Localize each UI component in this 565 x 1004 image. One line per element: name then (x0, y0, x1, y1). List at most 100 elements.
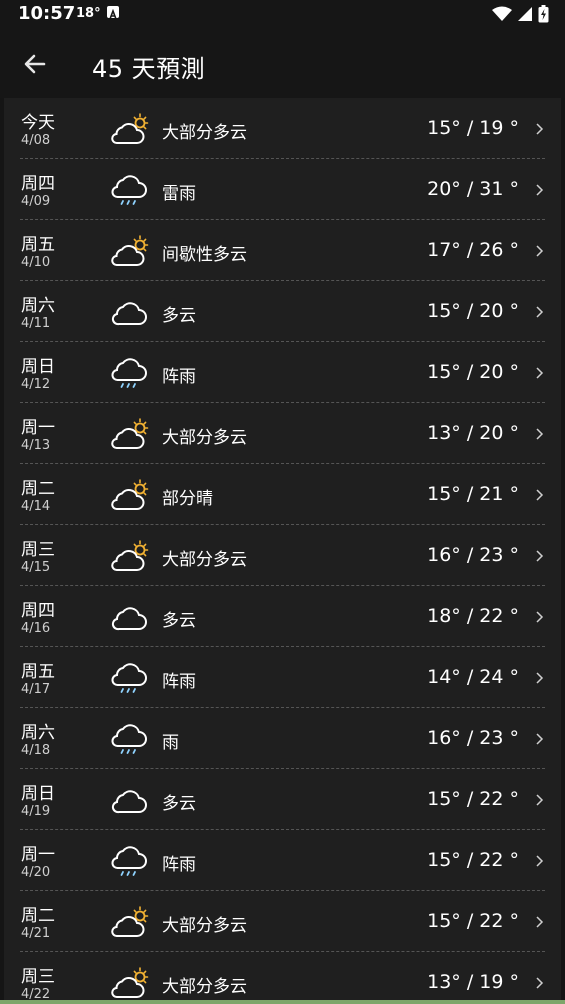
date-label: 4/18 (21, 743, 51, 758)
condition-label: 大部分多云 (162, 916, 247, 936)
temperature-range: 20° / 31 ° (427, 178, 519, 200)
chevron-right-icon (534, 731, 544, 745)
temperature-range: 13° / 19 ° (427, 971, 519, 993)
forecast-row[interactable]: 周三 4/15 大部分多云 16° / 23 ° (4, 525, 561, 586)
rain-icon (108, 355, 150, 391)
chevron-right-icon (534, 304, 544, 318)
day-label: 周五 (21, 235, 55, 255)
date-label: 4/21 (21, 926, 51, 941)
temperature-range: 15° / 21 ° (427, 483, 519, 505)
partly-cloudy-icon (108, 416, 150, 452)
cloud-icon (108, 782, 150, 818)
condition-label: 雷雨 (162, 184, 196, 204)
chevron-right-icon (534, 548, 544, 562)
temperature-range: 15° / 20 ° (427, 361, 519, 383)
date-label: 4/16 (21, 621, 51, 636)
date-label: 4/11 (21, 316, 51, 331)
day-label: 周一 (21, 845, 55, 865)
date-label: 4/15 (21, 560, 51, 575)
cloud-icon (108, 294, 150, 330)
forecast-row[interactable]: 周四 4/09 雷雨 20° / 31 ° (4, 159, 561, 220)
status-temperature: 18° (76, 6, 101, 21)
day-label: 周六 (21, 723, 55, 743)
day-label: 周三 (21, 540, 55, 560)
condition-label: 多云 (162, 611, 196, 631)
forecast-row[interactable]: 周二 4/14 部分晴 15° / 21 ° (4, 464, 561, 525)
forecast-row[interactable]: 周三 4/22 大部分多云 13° / 19 ° (4, 952, 561, 1004)
partly-cloudy-icon (108, 538, 150, 574)
temperature-range: 14° / 24 ° (427, 666, 519, 688)
condition-label: 雨 (162, 733, 179, 753)
date-label: 4/10 (21, 255, 51, 270)
rain-icon (108, 843, 150, 879)
arrow-left-icon (24, 54, 46, 74)
day-label: 周二 (21, 479, 55, 499)
forecast-row[interactable]: 周四 4/16 多云 18° / 22 ° (4, 586, 561, 647)
day-label: 周三 (21, 967, 55, 987)
weather-screen: 10:57 18° 45 天預測 今天 4/08 大部分多云 15° / 19 ° 周四… (0, 0, 565, 1004)
condition-label: 间歇性多云 (162, 245, 247, 265)
forecast-row[interactable]: 周六 4/11 多云 15° / 20 ° (4, 281, 561, 342)
condition-label: 阵雨 (162, 367, 196, 387)
temperature-range: 15° / 20 ° (427, 300, 519, 322)
temperature-range: 16° / 23 ° (427, 544, 519, 566)
forecast-list: 今天 4/08 大部分多云 15° / 19 ° 周四 4/09 雷雨 20° / 31 ° 周… (4, 98, 561, 1004)
forecast-row[interactable]: 周日 4/19 多云 15° / 22 ° (4, 769, 561, 830)
day-label: 周四 (21, 601, 55, 621)
condition-label: 大部分多云 (162, 123, 247, 143)
chevron-right-icon (534, 670, 544, 684)
forecast-row[interactable]: 周六 4/18 雨 16° / 23 ° (4, 708, 561, 769)
forecast-row[interactable]: 今天 4/08 大部分多云 15° / 19 ° (4, 98, 561, 159)
chevron-right-icon (534, 182, 544, 196)
chevron-right-icon (534, 609, 544, 623)
bottom-accent-bar (0, 1000, 565, 1004)
date-label: 4/09 (21, 194, 51, 209)
status-time: 10:57 (18, 3, 76, 24)
chevron-right-icon (534, 975, 544, 989)
day-label: 周六 (21, 296, 55, 316)
battery-charging-icon (538, 5, 549, 27)
chevron-right-icon (534, 426, 544, 440)
rain-icon (108, 172, 150, 208)
date-label: 4/14 (21, 499, 51, 514)
day-label: 周五 (21, 662, 55, 682)
chevron-right-icon (534, 487, 544, 501)
wifi-icon (492, 6, 512, 26)
chevron-right-icon (534, 121, 544, 135)
forecast-row[interactable]: 周五 4/10 间歇性多云 17° / 26 ° (4, 220, 561, 281)
chevron-right-icon (534, 914, 544, 928)
forecast-row[interactable]: 周一 4/20 阵雨 15° / 22 ° (4, 830, 561, 891)
forecast-row[interactable]: 周五 4/17 阵雨 14° / 24 ° (4, 647, 561, 708)
forecast-row[interactable]: 周一 4/13 大部分多云 13° / 20 ° (4, 403, 561, 464)
partly-cloudy-icon (108, 904, 150, 940)
temperature-range: 15° / 22 ° (427, 910, 519, 932)
status-bar: 10:57 18° (0, 0, 565, 28)
date-label: 4/08 (21, 133, 51, 148)
temperature-range: 15° / 22 ° (427, 788, 519, 810)
back-button[interactable] (18, 46, 54, 82)
partly-cloudy-icon (108, 965, 150, 1001)
day-label: 周日 (21, 784, 55, 804)
partly-cloudy-icon (108, 233, 150, 269)
chevron-right-icon (534, 792, 544, 806)
chevron-right-icon (534, 243, 544, 257)
partly-cloudy-icon (108, 477, 150, 513)
temperature-range: 13° / 20 ° (427, 422, 519, 444)
day-label: 周二 (21, 906, 55, 926)
condition-label: 大部分多云 (162, 550, 247, 570)
cloud-icon (108, 599, 150, 635)
page-title: 45 天預測 (92, 55, 206, 83)
temperature-range: 18° / 22 ° (427, 605, 519, 627)
date-label: 4/12 (21, 377, 51, 392)
date-label: 4/19 (21, 804, 51, 819)
temperature-range: 15° / 19 ° (427, 117, 519, 139)
condition-label: 多云 (162, 306, 196, 326)
rain-icon (108, 660, 150, 696)
chevron-right-icon (534, 853, 544, 867)
app-bar: 45 天預測 (0, 28, 565, 98)
temperature-range: 16° / 23 ° (427, 727, 519, 749)
forecast-row[interactable]: 周二 4/21 大部分多云 15° / 22 ° (4, 891, 561, 952)
condition-label: 阵雨 (162, 672, 196, 692)
notification-a-icon (107, 6, 119, 20)
forecast-row[interactable]: 周日 4/12 阵雨 15° / 20 ° (4, 342, 561, 403)
